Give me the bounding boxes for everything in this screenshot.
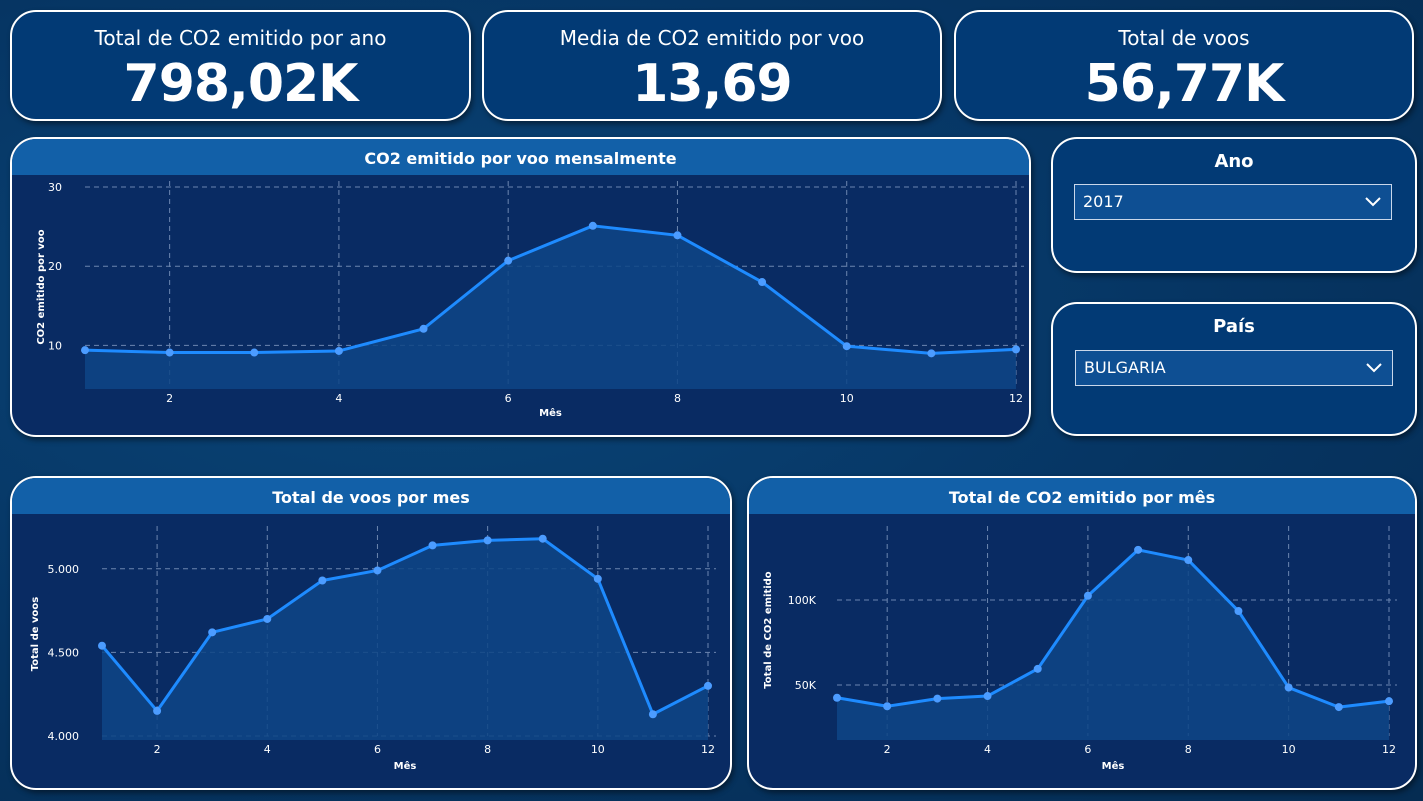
data-point[interactable] [81, 346, 89, 355]
data-point[interactable] [833, 693, 841, 702]
data-point[interactable] [1134, 545, 1143, 554]
data-point[interactable] [842, 342, 851, 351]
data-point[interactable] [153, 706, 162, 715]
x-tick-label: 8 [484, 743, 491, 756]
x-tick-label: 10 [1282, 743, 1296, 756]
x-tick-label: 6 [374, 743, 381, 756]
data-point[interactable] [165, 348, 174, 357]
x-tick-label: 8 [1185, 743, 1192, 756]
kpi-title: Total de voos [1118, 26, 1250, 50]
data-point[interactable] [1284, 683, 1293, 692]
data-point[interactable] [208, 628, 217, 637]
x-tick-label: 8 [674, 392, 681, 405]
y-axis-label: Total de voos [30, 597, 41, 671]
x-tick-label: 12 [1382, 743, 1396, 756]
line-chart: 10 20 30 2 4 6 8 10 12 Mês CO2 emitido por voo [36, 181, 1024, 419]
kpi-card-total-voos: Total de voos 56,77K [954, 10, 1414, 121]
chevron-down-icon [1366, 363, 1382, 373]
data-point[interactable] [428, 541, 437, 550]
data-point[interactable] [1385, 697, 1393, 706]
x-tick-label: 10 [591, 743, 605, 756]
data-point[interactable] [648, 710, 657, 719]
data-point[interactable] [933, 694, 942, 703]
kpi-card-co2-ano: Total de CO2 emitido por ano 798,02K [10, 10, 471, 121]
slicer-pais: País BULGARIA [1051, 302, 1417, 436]
line-chart: 50K 100K 2 4 6 8 10 12 Mês Total de CO2 emitido [763, 526, 1397, 772]
data-point[interactable] [588, 221, 597, 230]
pais-dropdown[interactable]: BULGARIA [1075, 350, 1393, 386]
x-tick-label: 2 [166, 392, 173, 405]
y-tick-label: 4.000 [48, 730, 80, 743]
data-point[interactable] [318, 576, 327, 585]
y-tick-label: 4.500 [48, 646, 80, 659]
slicer-title: País [1213, 316, 1255, 337]
data-point[interactable] [538, 534, 547, 543]
chevron-down-icon [1365, 197, 1381, 207]
x-tick-label: 12 [701, 743, 715, 756]
y-tick-label: 20 [48, 260, 62, 273]
x-tick-label: 4 [984, 743, 991, 756]
data-point[interactable] [483, 536, 492, 545]
x-axis-label: Mês [539, 407, 562, 419]
ano-dropdown[interactable]: 2017 [1074, 184, 1392, 220]
x-axis-label: Mês [394, 760, 417, 772]
data-point[interactable] [1234, 607, 1243, 616]
kpi-card-co2-media: Media de CO2 emitido por voo 13,69 [482, 10, 942, 121]
data-point[interactable] [758, 278, 767, 287]
data-point[interactable] [98, 641, 106, 650]
x-axis-label: Mês [1102, 760, 1125, 772]
data-point[interactable] [883, 702, 892, 711]
x-tick-label: 6 [1084, 743, 1091, 756]
y-tick-label: 10 [48, 339, 62, 352]
y-tick-label: 30 [48, 181, 62, 194]
x-tick-label: 2 [884, 743, 891, 756]
data-point[interactable] [373, 566, 382, 575]
kpi-title: Media de CO2 emitido por voo [559, 26, 865, 50]
data-point[interactable] [1334, 703, 1343, 712]
line-chart: 4.000 4.500 5.000 2 4 6 8 10 12 Mês Total de voos [30, 526, 716, 772]
data-point[interactable] [1012, 345, 1020, 354]
data-point[interactable] [504, 256, 513, 265]
y-tick-label: 5.000 [48, 563, 80, 576]
data-point[interactable] [1083, 591, 1092, 600]
kpi-value: 13,69 [632, 54, 792, 114]
data-point[interactable] [263, 614, 272, 623]
chart-card-voos-por-mes: Total de voos por mes 4.000 4.500 5.000 2 4 6… [10, 476, 732, 790]
data-point[interactable] [1033, 664, 1042, 673]
series-area [837, 549, 1389, 740]
pais-selected-value: BULGARIA [1084, 358, 1166, 377]
y-axis-label: CO2 emitido por voo [36, 229, 47, 344]
x-tick-label: 4 [264, 743, 271, 756]
data-point[interactable] [983, 692, 992, 701]
y-tick-label: 100K [788, 594, 817, 607]
slicer-ano: Ano 2017 [1051, 137, 1417, 273]
data-point[interactable] [334, 346, 343, 355]
x-tick-label: 12 [1009, 392, 1023, 405]
slicer-title: Ano [1214, 151, 1254, 172]
chart-card-co2-por-mes: Total de CO2 emitido por mês 50K 100K 2 4 6 8… [747, 476, 1417, 790]
data-point[interactable] [593, 574, 602, 583]
kpi-title: Total de CO2 emitido por ano [94, 26, 387, 50]
x-tick-label: 4 [335, 392, 342, 405]
series-area [85, 225, 1016, 389]
chart-card-co2-por-voo: CO2 emitido por voo mensalmente 10 20 30 2 4… [10, 137, 1031, 437]
x-tick-label: 6 [505, 392, 512, 405]
y-tick-label: 50K [795, 679, 817, 692]
data-point[interactable] [419, 324, 428, 333]
data-point[interactable] [673, 231, 682, 240]
data-point[interactable] [704, 681, 712, 690]
kpi-value: 56,77K [1084, 54, 1285, 114]
kpi-value: 798,02K [123, 54, 359, 114]
x-tick-label: 2 [154, 743, 161, 756]
data-point[interactable] [250, 348, 259, 357]
x-tick-label: 10 [840, 392, 854, 405]
ano-selected-value: 2017 [1083, 192, 1124, 211]
data-point[interactable] [927, 349, 936, 358]
y-axis-label: Total de CO2 emitido [763, 571, 774, 688]
data-point[interactable] [1184, 556, 1193, 565]
